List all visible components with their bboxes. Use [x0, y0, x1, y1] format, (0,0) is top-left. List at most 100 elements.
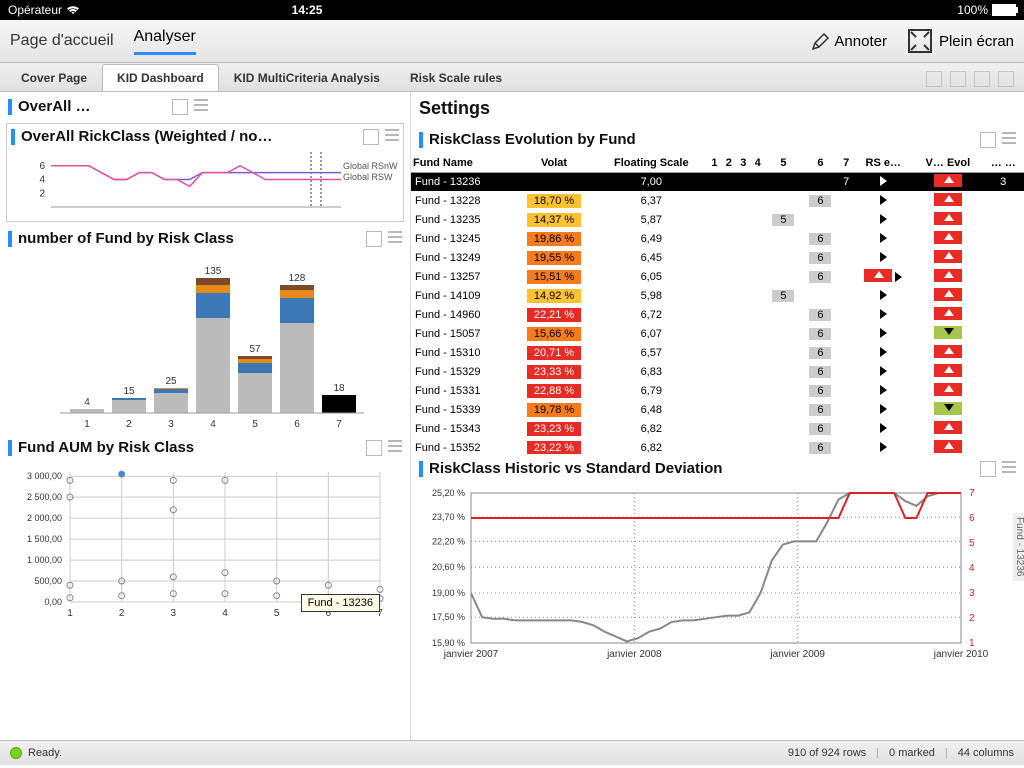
settings-header: Settings	[411, 92, 1024, 125]
col-header[interactable]: 5	[765, 154, 802, 173]
p2-title: number of Fund by Risk Class	[18, 230, 234, 247]
cols-label: 44 columns	[958, 747, 1014, 759]
svg-text:18: 18	[333, 383, 345, 394]
tab-cover[interactable]: Cover Page	[6, 64, 102, 91]
table-row[interactable]: Fund - 1496022,21 %6,726	[411, 306, 1024, 325]
table-row[interactable]: Fund - 1505715,66 %6,076	[411, 325, 1024, 344]
table-row[interactable]: Fund - 1531020,71 %6,576	[411, 344, 1024, 363]
col-header[interactable]: V… Evol	[913, 154, 982, 173]
table-row[interactable]: Fund - 1532923,33 %6,836	[411, 363, 1024, 382]
tab-kid-dashboard[interactable]: KID Dashboard	[102, 64, 219, 91]
col-header[interactable]: … …	[982, 154, 1024, 173]
col-header[interactable]: 4	[750, 154, 764, 173]
panel-overall-riskclass: OverAll RickClass (Weighted / no… 246Glo…	[6, 123, 404, 222]
col-header[interactable]: 1	[707, 154, 721, 173]
battery-pct: 100%	[534, 3, 988, 17]
overall-header: OverAll …	[0, 92, 216, 121]
fullscreen-button[interactable]: Plein écran	[907, 28, 1014, 54]
table-row[interactable]: Fund - 1323625,19 %7,0073	[411, 173, 1024, 192]
table-row[interactable]: Fund - 1325715,51 %6,056	[411, 268, 1024, 287]
table-row[interactable]: Fund - 1533919,78 %6,486	[411, 401, 1024, 420]
p1-title: OverAll RickClass (Weighted / no…	[21, 128, 272, 145]
filter-icon[interactable]	[974, 71, 990, 87]
table-row[interactable]: Fund - 1535223,22 %6,826	[411, 439, 1024, 455]
toolbar-icon-3[interactable]	[998, 71, 1014, 87]
panel-menu-icon[interactable]	[363, 129, 379, 145]
table-row[interactable]: Fund - 1324519,86 %6,496	[411, 230, 1024, 249]
ready-label: Ready.	[28, 747, 62, 759]
col-header[interactable]: Floating Scale	[595, 154, 707, 173]
col-header[interactable]: 6	[802, 154, 839, 173]
col-header[interactable]: Volat	[513, 154, 596, 173]
svg-text:janvier 2009: janvier 2009	[769, 649, 825, 660]
trend-up-icon	[934, 345, 962, 358]
svg-text:57: 57	[249, 344, 261, 355]
play-icon	[880, 176, 887, 186]
svg-text:20,60 %: 20,60 %	[432, 562, 465, 572]
table-row[interactable]: Fund - 1533122,88 %6,796	[411, 382, 1024, 401]
play-icon	[880, 404, 887, 414]
tab-multicriteria[interactable]: KID MultiCriteria Analysis	[219, 64, 395, 91]
svg-text:janvier 2008: janvier 2008	[606, 649, 662, 660]
trend-down-icon	[934, 326, 962, 339]
col-header[interactable]: 3	[736, 154, 750, 173]
annotate-label: Annoter	[834, 33, 887, 50]
play-icon	[880, 309, 887, 319]
panel-menu-icon[interactable]	[980, 461, 996, 477]
svg-text:2: 2	[126, 419, 132, 430]
svg-text:1 000,00: 1 000,00	[27, 555, 62, 565]
play-icon	[880, 347, 887, 357]
panel-menu-icon[interactable]	[172, 99, 188, 115]
panel-list-icon[interactable]	[385, 129, 399, 143]
p2-header: number of Fund by Risk Class	[0, 224, 410, 253]
col-header[interactable]: Fund Name	[411, 154, 513, 173]
svg-text:janvier 2010: janvier 2010	[933, 649, 989, 660]
panel-list-icon[interactable]	[194, 99, 208, 113]
wifi-icon	[66, 5, 80, 15]
panel-menu-icon[interactable]	[366, 231, 382, 247]
panel-list-icon[interactable]	[1002, 132, 1016, 146]
pencil-icon	[810, 32, 828, 50]
chart-tooltip: Fund - 13236	[301, 594, 380, 612]
analyze-nav[interactable]: Analyser	[134, 28, 196, 55]
rows-label: 910 of 924 rows	[788, 747, 866, 759]
col-header[interactable]: RS e…	[853, 154, 913, 173]
table-row[interactable]: Fund - 1323514,37 %5,875	[411, 211, 1024, 230]
trend-up-icon	[934, 307, 962, 320]
trend-up-icon	[934, 193, 962, 206]
svg-text:4: 4	[210, 419, 216, 430]
table-row[interactable]: Fund - 1324919,55 %6,456	[411, 249, 1024, 268]
svg-text:2: 2	[39, 188, 45, 199]
play-icon	[880, 442, 887, 452]
annotate-button[interactable]: Annoter	[810, 32, 887, 50]
table-row[interactable]: Fund - 1410914,92 %5,985	[411, 287, 1024, 306]
col-header[interactable]: 7	[839, 154, 853, 173]
panel-list-icon[interactable]	[388, 440, 402, 454]
toolbar-icon-2[interactable]	[950, 71, 966, 87]
play-icon	[880, 328, 887, 338]
svg-text:25,20 %: 25,20 %	[432, 488, 465, 498]
tab-riskscale[interactable]: Risk Scale rules	[395, 64, 517, 91]
panel-list-icon[interactable]	[388, 231, 402, 245]
play-icon	[880, 423, 887, 433]
table-row[interactable]: Fund - 1534323,23 %6,826	[411, 420, 1024, 439]
svg-text:1: 1	[969, 638, 975, 649]
chart-p1: 246Global RSnWGlobal RSW	[11, 147, 401, 217]
toolbar-icon-1[interactable]	[926, 71, 942, 87]
trend-up-icon	[934, 250, 962, 263]
svg-text:17,50 %: 17,50 %	[432, 612, 465, 622]
panel-menu-icon[interactable]	[980, 132, 996, 148]
fullscreen-label: Plein écran	[939, 33, 1014, 50]
svg-text:15,90 %: 15,90 %	[432, 638, 465, 648]
panel-menu-icon[interactable]	[366, 440, 382, 456]
svg-text:4: 4	[969, 563, 975, 574]
panel-numfund: 4115225313545751286187	[0, 253, 410, 433]
p3-title: Fund AUM by Risk Class	[18, 439, 194, 456]
marked-label: 0 marked	[889, 747, 935, 759]
panel-list-icon[interactable]	[1002, 461, 1016, 475]
play-icon	[880, 385, 887, 395]
col-header[interactable]: 2	[722, 154, 736, 173]
home-nav[interactable]: Page d'accueil	[10, 32, 114, 50]
table-row[interactable]: Fund - 1322818,70 %6,376	[411, 192, 1024, 211]
riskclass-table[interactable]: Fund NameVolatFloating Scale1234567RS e……	[411, 154, 1024, 454]
